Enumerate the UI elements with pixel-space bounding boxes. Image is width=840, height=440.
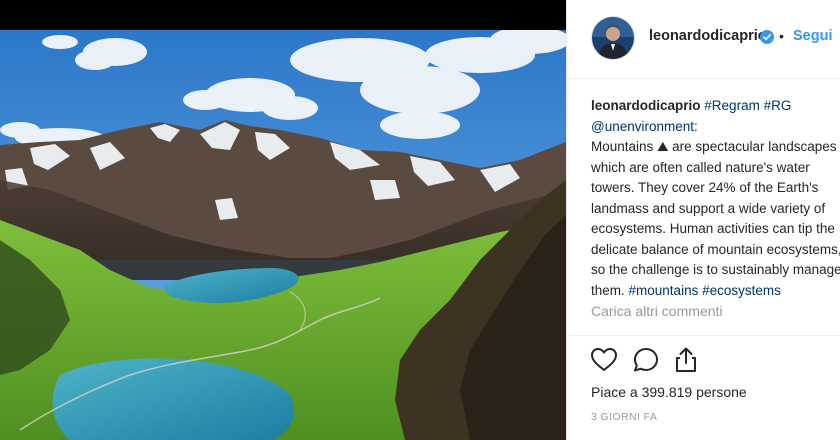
caption-line-1: leonardodicaprio #Regram #RG — [591, 96, 840, 117]
caption-username[interactable]: leonardodicaprio — [591, 98, 701, 113]
caption-line-2: @unenvironment: — [591, 117, 840, 138]
avatar[interactable] — [591, 16, 635, 60]
caption-text: are spectacular landscapes — [672, 139, 837, 154]
photo-top-letterbox — [0, 0, 566, 30]
caption-text: Mountains — [591, 139, 654, 154]
hashtag-ecosystems[interactable]: #ecosystems — [702, 283, 781, 298]
heart-icon[interactable] — [589, 345, 619, 375]
load-more-comments-link[interactable]: Carica altri commenti — [591, 303, 722, 319]
caption-text: landmass and support a wide variety of — [591, 200, 826, 216]
mountain-lake-photo[interactable] — [0, 30, 566, 440]
post-photo-pane — [0, 0, 566, 440]
header-separator-dot: • — [779, 28, 784, 44]
caption-text: towers. They cover 24% of the Earth's — [591, 180, 819, 195]
caption-text: delicate balance of mountain ecosystems, — [591, 241, 840, 257]
mountain-emoji-icon: ⛰ — [657, 139, 669, 154]
post-sidebar: leonardodicaprio • Segui leonardodicapri… — [566, 0, 840, 440]
share-icon[interactable] — [671, 345, 701, 375]
comment-icon[interactable] — [631, 345, 661, 375]
header-username[interactable]: leonardodicaprio — [649, 28, 767, 44]
likes-count[interactable]: Piace a 399.819 persone — [591, 384, 747, 400]
caption-text: ecosystems. Human activities can tip the — [591, 221, 835, 236]
hashtag-mountains[interactable]: #mountains — [629, 283, 699, 298]
post-date[interactable]: 3 GIORNI FA — [591, 411, 657, 423]
mention-unenvironment[interactable]: @unenvironment — [591, 119, 694, 134]
caption-text: which are often called nature's water — [591, 159, 810, 175]
caption-last-line: them. #mountains #ecosystems — [591, 281, 840, 302]
avatar-image — [592, 17, 634, 59]
verified-badge-icon — [760, 30, 774, 44]
post-header: leonardodicaprio • Segui — [567, 0, 840, 79]
caption-colon: : — [694, 118, 698, 134]
follow-button[interactable]: Segui — [793, 28, 832, 44]
post-caption: leonardodicaprio #Regram #RG @unenvironm… — [591, 96, 840, 301]
caption-line-3: Mountains ⛰ are spectacular landscapes — [591, 137, 840, 158]
hashtag-regram[interactable]: #Regram — [704, 98, 760, 113]
caption-text: them. — [591, 282, 625, 298]
hashtag-rg[interactable]: #RG — [764, 98, 792, 113]
caption-text: so the challenge is to sustainably manag… — [591, 262, 840, 277]
actions-divider — [567, 335, 840, 336]
